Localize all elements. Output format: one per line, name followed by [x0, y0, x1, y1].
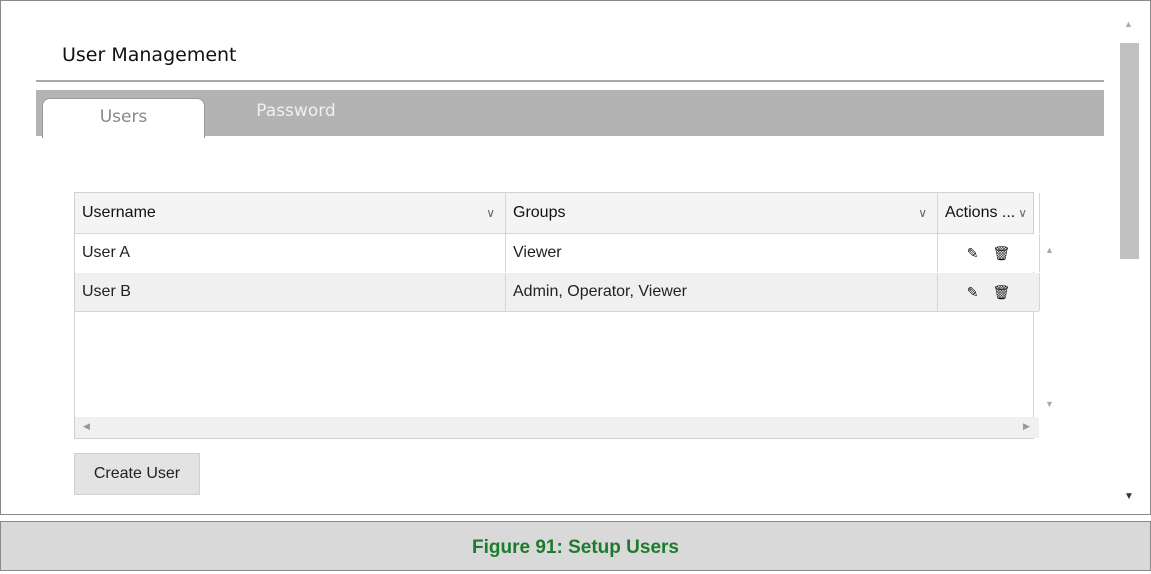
- create-user-button[interactable]: Create User: [74, 453, 200, 495]
- page-vertical-scrollbar[interactable]: ▲ ▼: [1120, 17, 1139, 512]
- panel-title: User Management: [62, 44, 237, 66]
- tab-users[interactable]: Users: [42, 98, 205, 138]
- column-label-groups: Groups: [513, 204, 566, 221]
- scroll-down-arrow-icon[interactable]: ▼: [1124, 491, 1134, 502]
- column-header-actions[interactable]: Actions ... ∨: [938, 193, 1040, 233]
- user-management-window: User Management Users Password Username …: [0, 0, 1151, 515]
- chevron-down-icon[interactable]: ∨: [1018, 193, 1027, 233]
- cell-actions: ✎ 🗑: [938, 273, 1040, 311]
- table-header: Username ∨ Groups ∨ Actions ... ∨: [75, 193, 1040, 234]
- column-label-username: Username: [82, 204, 156, 221]
- column-header-groups[interactable]: Groups ∨: [506, 193, 938, 233]
- horizontal-scrollbar[interactable]: ◀ ▶: [75, 417, 1039, 438]
- scroll-up-arrow-icon[interactable]: ▲: [1045, 245, 1054, 255]
- cell-username: User A: [75, 234, 506, 272]
- chevron-down-icon[interactable]: ∨: [486, 193, 495, 233]
- cell-groups: Admin, Operator, Viewer: [506, 273, 938, 311]
- chevron-down-icon[interactable]: ∨: [918, 193, 927, 233]
- cell-username: User B: [75, 273, 506, 311]
- scrollbar-thumb[interactable]: [1120, 43, 1139, 259]
- delete-trash-icon[interactable]: 🗑: [992, 273, 1010, 311]
- edit-pencil-icon[interactable]: ✎: [967, 234, 979, 272]
- scroll-left-arrow-icon[interactable]: ◀: [83, 421, 90, 432]
- table-row[interactable]: User B Admin, Operator, Viewer ✎ 🗑: [75, 273, 1040, 312]
- title-divider: [36, 80, 1104, 82]
- figure-caption: Figure 91: Setup Users: [472, 537, 679, 558]
- scroll-up-arrow-icon[interactable]: ▲: [1124, 19, 1133, 29]
- column-label-actions: Actions ...: [945, 204, 1016, 221]
- users-table: Username ∨ Groups ∨ Actions ... ∨ User A…: [74, 192, 1054, 439]
- cell-actions: ✎ 🗑: [938, 234, 1040, 272]
- tab-bar: Users Password: [36, 90, 1104, 138]
- tab-password[interactable]: Password: [226, 98, 366, 130]
- scroll-down-arrow-icon[interactable]: ▼: [1045, 399, 1054, 409]
- delete-trash-icon[interactable]: 🗑: [992, 234, 1010, 272]
- table-row[interactable]: User A Viewer ✎ 🗑: [75, 234, 1040, 272]
- column-header-username[interactable]: Username ∨: [75, 193, 506, 233]
- figure-caption-bar: Figure 91: Setup Users: [0, 521, 1151, 571]
- cell-groups: Viewer: [506, 234, 938, 272]
- edit-pencil-icon[interactable]: ✎: [967, 273, 979, 311]
- scroll-right-arrow-icon[interactable]: ▶: [1023, 421, 1030, 432]
